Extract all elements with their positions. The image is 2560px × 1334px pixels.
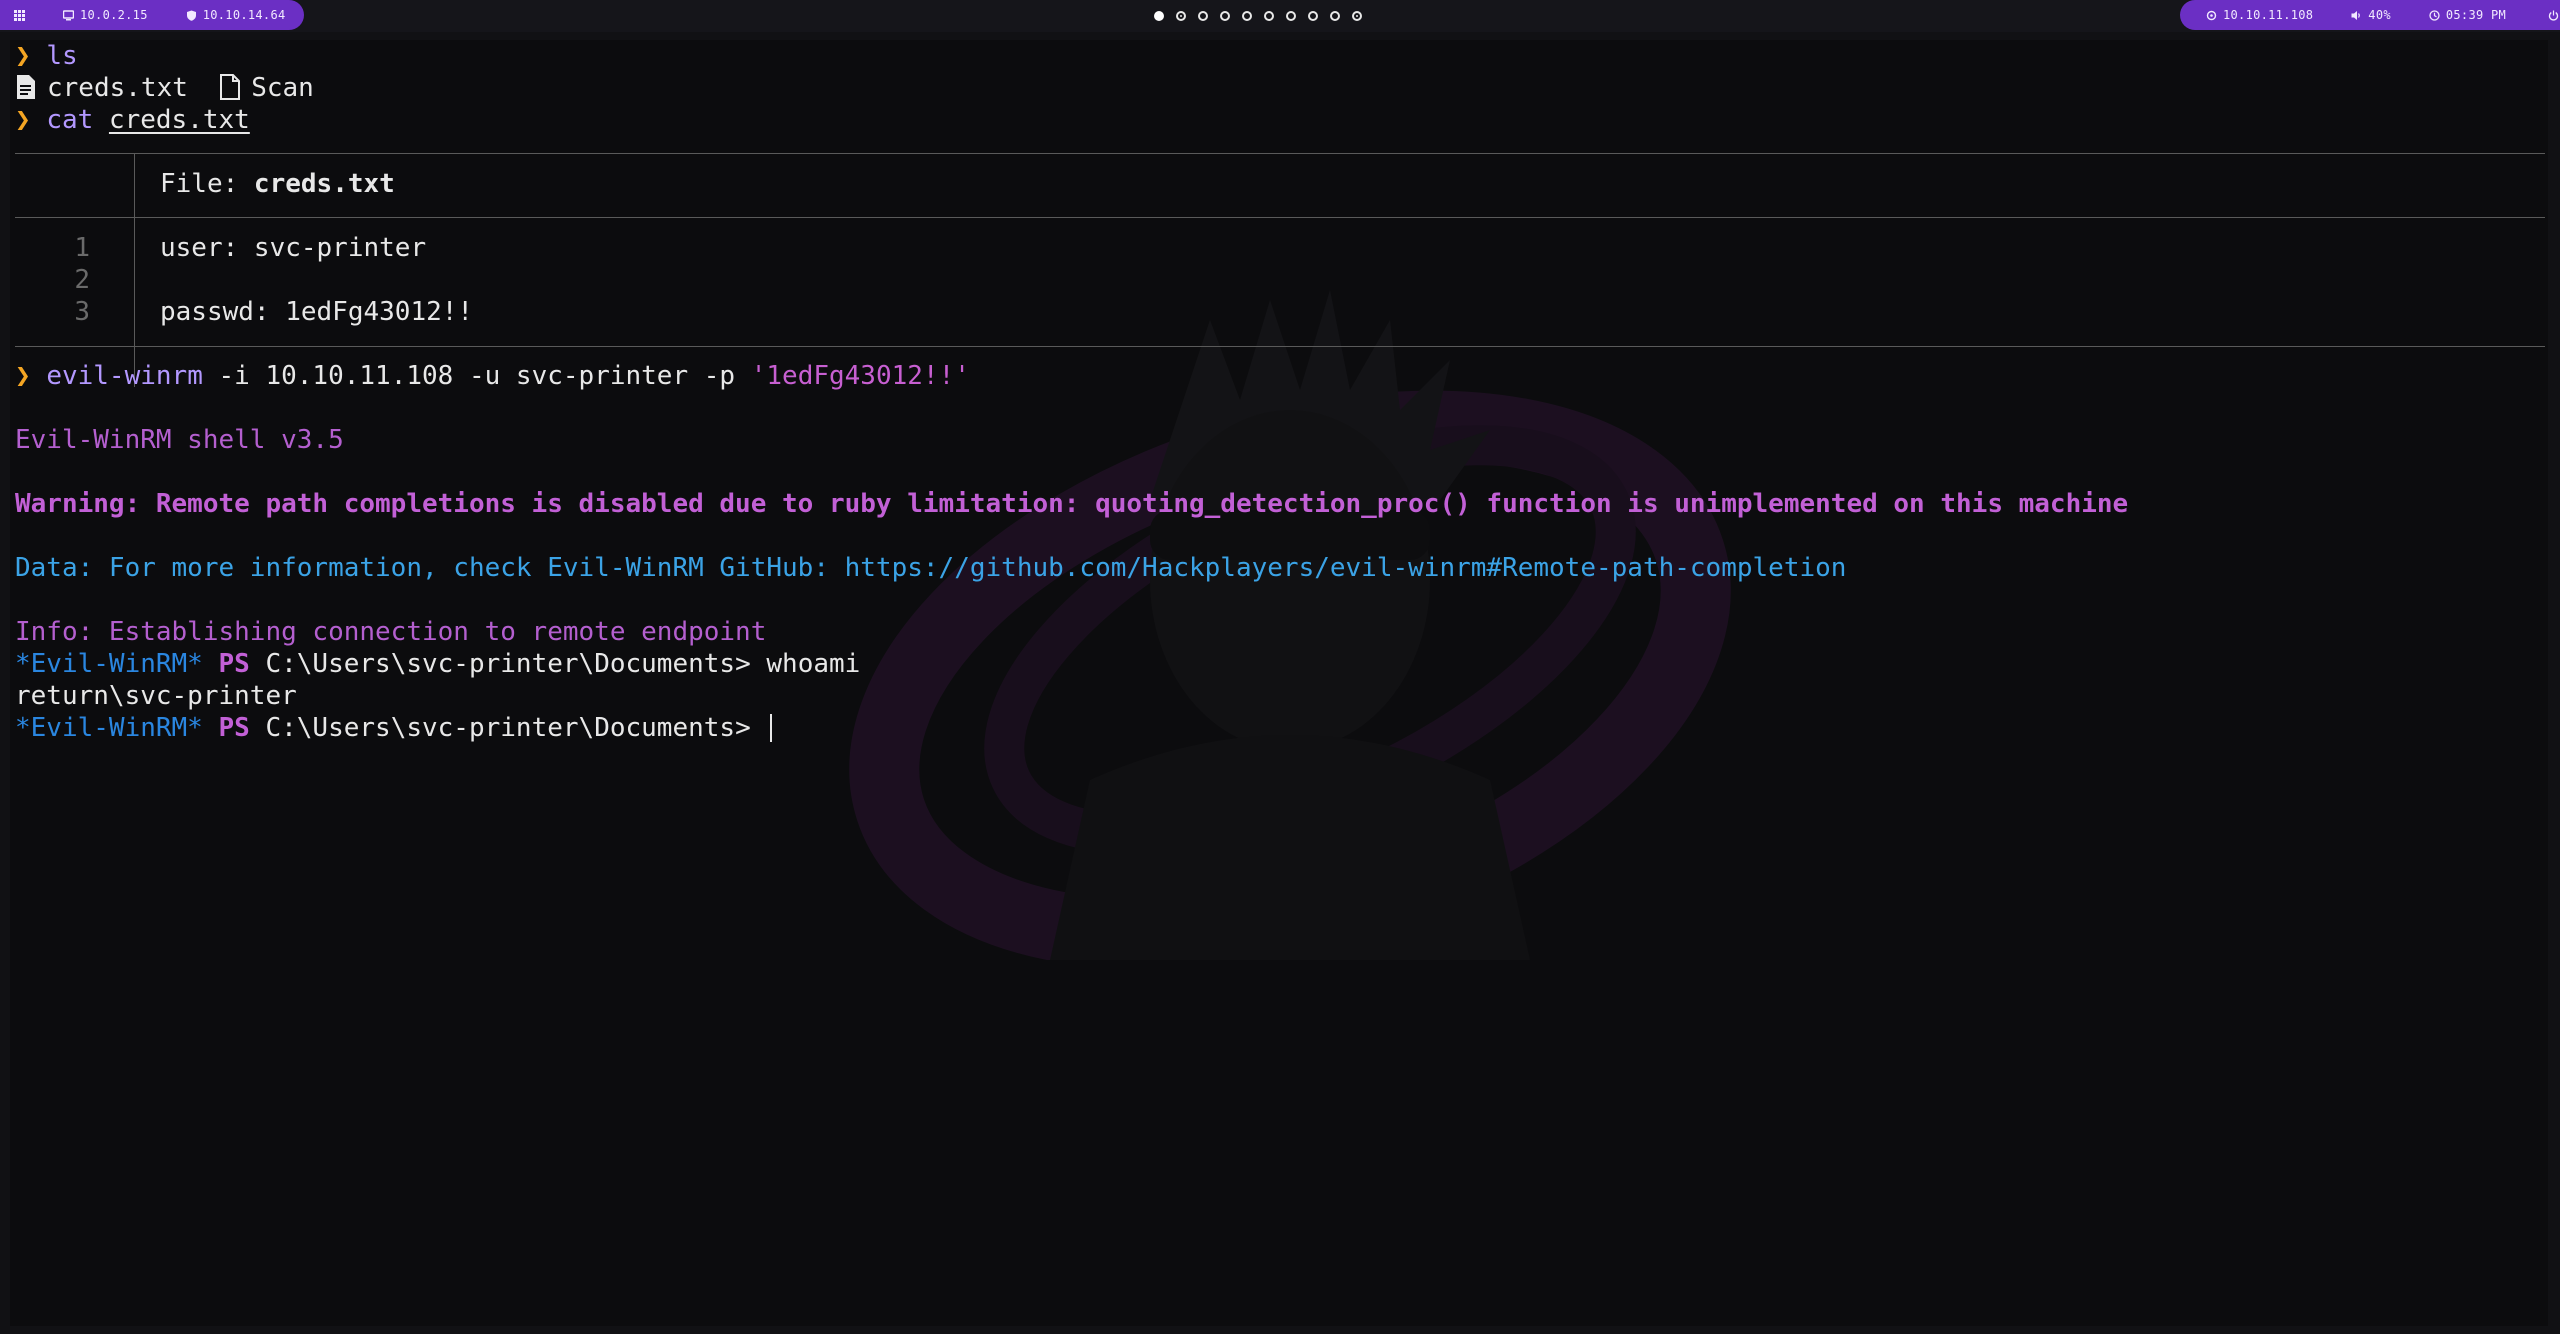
volume-indicator[interactable]: 40% xyxy=(2351,8,2391,22)
workspace-7-dot[interactable] xyxy=(1286,11,1296,21)
vpn-ip-label: 10.10.14.64 xyxy=(202,8,286,22)
line-number: 2 xyxy=(74,265,90,295)
vpn-ip-indicator: 10.10.14.64 xyxy=(186,8,286,22)
workspace-menu-button[interactable] xyxy=(14,9,25,21)
ps-path: C:\Users\svc-printer\Documents> xyxy=(265,713,751,743)
target-icon xyxy=(2206,10,2217,20)
file-content-line: passwd: 1edFg43012!! xyxy=(160,297,474,327)
shell-banner: Evil-WinRM shell v3.5 xyxy=(15,425,344,455)
workspace-8-dot[interactable] xyxy=(1308,11,1318,21)
power-button[interactable] xyxy=(2548,10,2559,21)
bat-top-rule xyxy=(15,153,2545,154)
shield-icon xyxy=(186,10,196,21)
ps-shell-tag: *Evil-WinRM* xyxy=(15,713,203,743)
text-file-icon xyxy=(17,75,35,99)
bat-file-header: File: creds.txt xyxy=(160,168,395,200)
info-message: Info: Establishing connection to remote … xyxy=(15,617,767,647)
bat-bottom-rule xyxy=(15,346,2545,347)
grid-icon xyxy=(14,9,25,21)
file-icon xyxy=(220,74,241,100)
top-status-bar: 10.0.2.15 10.10.14.64 10.10.11.108 40% 0… xyxy=(0,0,2560,32)
warning-message: Warning: Remote path completions is disa… xyxy=(15,489,2129,519)
ls-item-scan: Scan xyxy=(251,73,314,103)
workspace-indicator xyxy=(1154,8,1362,24)
workspace-3-dot[interactable] xyxy=(1198,11,1208,21)
bat-file-name: creds.txt xyxy=(253,169,395,199)
ls-command: ls xyxy=(46,41,78,71)
ps-label: PS xyxy=(218,649,250,679)
monitor-icon xyxy=(63,9,74,20)
ls-command-line: ❯ ls xyxy=(15,40,78,72)
winrm-password-arg: '1edFg43012!!' xyxy=(750,361,970,391)
volume-label: 40% xyxy=(2368,8,2391,22)
winrm-command: evil-winrm xyxy=(46,361,203,391)
local-ip-indicator: 10.0.2.15 xyxy=(63,8,148,22)
prompt-symbol: ❯ xyxy=(15,105,31,135)
data-message: Data: For more information, check Evil-W… xyxy=(15,553,1847,583)
volume-icon xyxy=(2351,10,2361,20)
prompt-symbol: ❯ xyxy=(15,41,31,71)
workspace-6-dot[interactable] xyxy=(1264,11,1274,21)
ls-output-line: creds.txt Scan xyxy=(15,72,314,104)
workspace-9-dot[interactable] xyxy=(1330,11,1340,21)
workspace-5-dot[interactable] xyxy=(1242,11,1252,21)
ls-file-creds: creds.txt xyxy=(47,73,188,103)
ps-path: C:\Users\svc-printer\Documents> xyxy=(265,649,751,679)
cat-command-line: ❯ cat creds.txt xyxy=(15,104,250,136)
winrm-arguments: -i 10.10.11.108 -u svc-printer -p xyxy=(202,361,751,391)
file-content-line: user: svc-printer xyxy=(160,233,427,263)
ps-command: whoami xyxy=(766,649,861,679)
line-number: 1 xyxy=(74,233,90,263)
clock-indicator: 05:39 PM xyxy=(2429,8,2506,22)
clock-icon xyxy=(2429,9,2440,21)
workspace-10-dot[interactable] xyxy=(1352,11,1362,21)
workspace-1-dot[interactable] xyxy=(1154,11,1164,21)
bat-header-separator xyxy=(134,153,135,217)
ps-prompt-line: *Evil-WinRM* PS C:\Users\svc-printer\Doc… xyxy=(15,648,860,680)
whoami-output: return\svc-printer xyxy=(15,681,297,711)
bat-file-label: File: xyxy=(160,169,254,199)
prompt-symbol: ❯ xyxy=(15,361,31,391)
target-ip-label: 10.10.11.108 xyxy=(2223,8,2314,22)
line-number: 3 xyxy=(74,297,90,327)
ps-label: PS xyxy=(218,713,250,743)
text-cursor xyxy=(770,714,773,742)
right-status-pill: 10.10.11.108 40% 05:39 PM xyxy=(2180,0,2560,30)
target-ip-indicator: 10.10.11.108 xyxy=(2206,8,2313,22)
bat-mid-rule xyxy=(15,217,2545,218)
local-ip-label: 10.0.2.15 xyxy=(80,8,148,22)
workspace-4-dot[interactable] xyxy=(1220,11,1230,21)
cat-argument: creds.txt xyxy=(108,105,250,135)
ps-prompt-line-current[interactable]: *Evil-WinRM* PS C:\Users\svc-printer\Doc… xyxy=(15,712,773,744)
cat-command: cat xyxy=(46,105,94,135)
left-status-pill: 10.0.2.15 10.10.14.64 xyxy=(0,0,304,30)
power-icon xyxy=(2549,10,2559,21)
workspace-2-dot[interactable] xyxy=(1176,11,1186,21)
clock-label: 05:39 PM xyxy=(2445,8,2507,22)
terminal-window[interactable]: ❯ ls creds.txt Scan ❯ cat creds.txt File… xyxy=(10,40,2548,1326)
ps-shell-tag: *Evil-WinRM* xyxy=(15,649,203,679)
winrm-command-line: ❯ evil-winrm -i 10.10.11.108 -u svc-prin… xyxy=(15,360,970,392)
